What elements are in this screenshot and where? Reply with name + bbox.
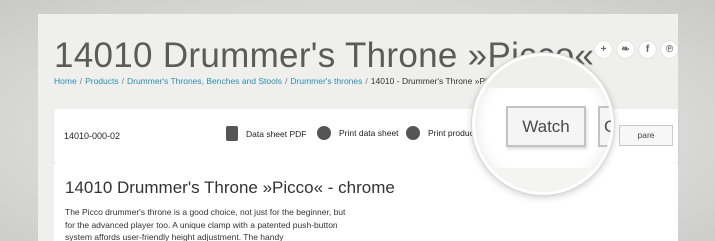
- pinterest-icon[interactable]: ℗: [661, 41, 678, 58]
- print-product-link[interactable]: Print product: [406, 126, 476, 140]
- breadcrumb: Home / Products / Drummer's Thrones, Benches…: [54, 76, 516, 86]
- breadcrumb-thrones-benches-stools[interactable]: Drummer's Thrones, Benches and Stools: [127, 76, 282, 86]
- product-description: The Picco drummer's throne is a good cho…: [65, 207, 346, 241]
- compare-button[interactable]: pare: [619, 125, 673, 146]
- magnifier-lens: Watch Co: [472, 53, 614, 195]
- product-heading: 14010 Drummer's Throne »Picco« - chrome: [65, 178, 395, 197]
- breadcrumb-separator: /: [285, 76, 288, 86]
- pdf-document-icon: [226, 126, 238, 141]
- facebook-icon[interactable]: f: [639, 41, 656, 58]
- breadcrumb-products[interactable]: Products: [85, 76, 119, 86]
- watch-button[interactable]: Watch: [506, 106, 586, 147]
- datasheet-pdf-link[interactable]: Data sheet PDF: [226, 126, 306, 141]
- product-sku: 14010-000-02: [64, 131, 121, 141]
- breadcrumb-separator: /: [121, 76, 124, 86]
- lens-background-top: [475, 56, 611, 88]
- breadcrumb-separator: /: [79, 76, 83, 86]
- print-icon: [317, 126, 331, 140]
- print-datasheet-link[interactable]: Print data sheet: [317, 126, 399, 140]
- print-product-label: Print product: [428, 128, 477, 138]
- compare-button-magnified[interactable]: Co: [598, 106, 611, 147]
- breadcrumb-home[interactable]: Home: [54, 76, 77, 86]
- lens-background-bottom: [475, 168, 611, 192]
- datasheet-pdf-label: Data sheet PDF: [246, 128, 307, 139]
- breadcrumb-drummers-thrones[interactable]: Drummer's thrones: [290, 76, 362, 86]
- info-icon: [406, 126, 420, 140]
- print-datasheet-label: Print data sheet: [339, 128, 399, 138]
- breadcrumb-separator: /: [365, 76, 368, 86]
- twitter-icon[interactable]: ❧: [617, 41, 634, 58]
